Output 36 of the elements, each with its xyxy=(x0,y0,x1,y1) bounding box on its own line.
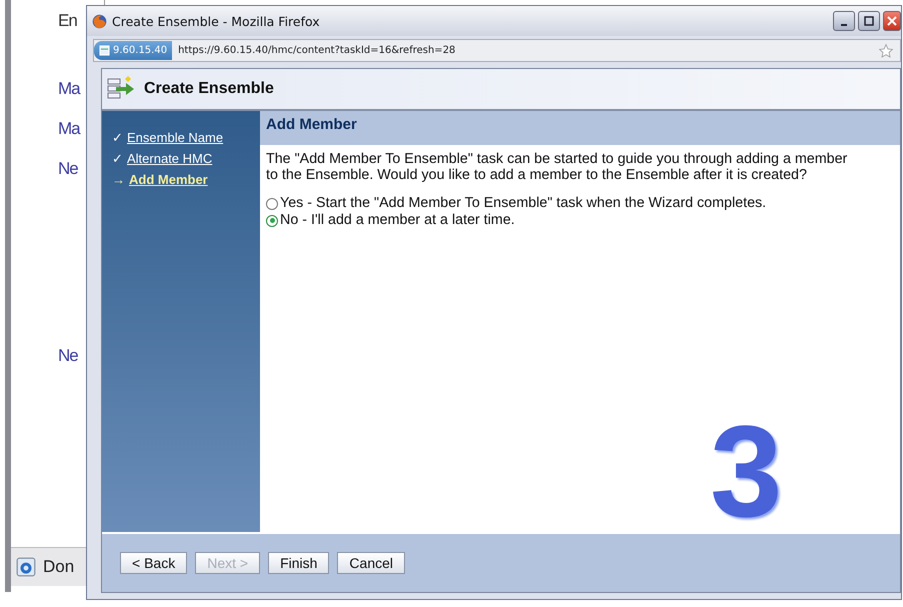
step-marker: ✓ xyxy=(112,150,123,168)
page-text[interactable]: Ne xyxy=(58,158,78,180)
radio-button[interactable] xyxy=(266,214,278,226)
browser-logo-icon xyxy=(91,12,108,30)
maximize-icon xyxy=(864,16,874,26)
minimize-icon xyxy=(841,24,847,26)
page-text: En xyxy=(58,10,77,32)
address-bar[interactable]: 9.60.15.40 https://9.60.15.40/hmc/content?taskId=16&refresh=28 xyxy=(93,39,901,62)
status-text: Don xyxy=(43,557,74,577)
close-icon xyxy=(887,16,897,26)
page-text[interactable]: Ne xyxy=(58,345,78,367)
description-text: The "Add Member To Ensemble" task can be started to guide you through adding a member to the Ensemble. Would you like to add a member to the Ensemble after it is created? xyxy=(266,151,848,183)
step-number: 3 xyxy=(710,416,782,526)
page-text[interactable]: Ma xyxy=(58,78,80,100)
url-text: https://9.60.15.40/hmc/content?taskId=16&refresh=28 xyxy=(178,45,456,56)
page-text[interactable]: Ma xyxy=(58,118,80,140)
step-marker: → xyxy=(112,171,125,189)
wizard-button[interactable]: < Back xyxy=(120,552,188,574)
window-title: Create Ensemble - Mozilla Firefox xyxy=(112,14,320,28)
page-icon xyxy=(99,45,110,56)
close-button[interactable] xyxy=(883,11,901,31)
browser-icon xyxy=(15,556,37,578)
radio-button[interactable] xyxy=(266,198,278,210)
option-label: No - I'll add a member at a later time. xyxy=(280,212,515,229)
maximize-button[interactable] xyxy=(858,11,880,31)
page-title: Add Member xyxy=(260,111,900,145)
step-link[interactable]: Alternate HMC xyxy=(127,148,212,169)
step-link[interactable]: Ensemble Name xyxy=(127,127,224,148)
star-icon[interactable] xyxy=(878,42,894,58)
option-label: Yes - Start the "Add Member To Ensemble" task when the Wizard completes. xyxy=(280,195,766,212)
minimize-button[interactable] xyxy=(833,11,855,31)
wizard-title: Create Ensemble xyxy=(144,80,274,98)
step-marker: ✓ xyxy=(112,129,123,147)
step-link[interactable]: Add Member xyxy=(129,169,208,190)
wizard-button[interactable]: Finish xyxy=(268,552,330,574)
wizard-button[interactable]: Cancel xyxy=(337,552,406,574)
